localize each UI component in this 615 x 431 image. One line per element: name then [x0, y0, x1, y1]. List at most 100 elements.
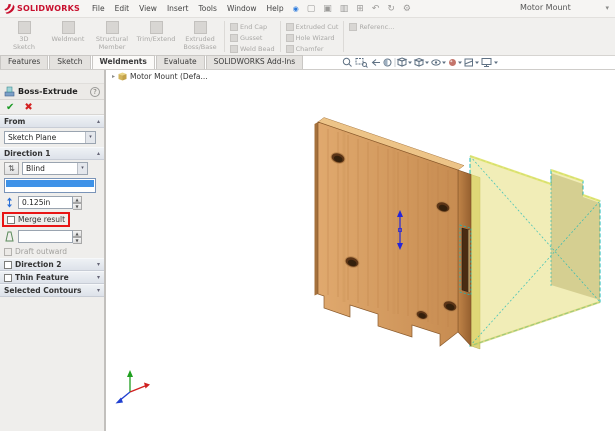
spin-up-button[interactable]: ▲	[73, 230, 82, 237]
chevron-down-icon[interactable]	[408, 62, 412, 65]
extruded-cut-button[interactable]: Extruded Cut	[283, 21, 342, 32]
feature-tree-flyout[interactable]: ▸ Motor Mount (Defa...	[112, 72, 208, 81]
ribbon-small-group-1: End Cap Gusset Weld Bead	[227, 19, 278, 54]
chevron-down-icon[interactable]	[442, 62, 446, 65]
spin-down-button[interactable]: ▼	[73, 237, 82, 244]
tree-expand-icon[interactable]: ▸	[112, 73, 115, 80]
view-orientation-icon[interactable]	[398, 58, 406, 66]
ok-button[interactable]: ✔	[6, 102, 14, 113]
tab-solidworks-add-ins[interactable]: SOLIDWORKS Add-Ins	[206, 55, 304, 69]
extruded-cut-icon	[286, 23, 294, 31]
tab-weldments[interactable]: Weldments	[92, 55, 155, 69]
reference-geometry-button[interactable]: Referenc...	[346, 21, 397, 32]
chevron-down-icon[interactable]: ▾	[605, 4, 609, 12]
tab-evaluate[interactable]: Evaluate	[156, 55, 205, 69]
pin-menu-icon[interactable]: ◉	[293, 5, 299, 13]
draft-angle-value[interactable]	[18, 230, 73, 243]
structural-member-button[interactable]: Structural Member	[90, 19, 134, 54]
new-icon[interactable]: ▢	[304, 4, 319, 14]
merge-result-checkbox[interactable]	[7, 216, 15, 224]
rebuild-icon[interactable]: ↻	[384, 4, 398, 14]
print-icon[interactable]: ⊞	[353, 4, 367, 14]
tab-features[interactable]: Features	[0, 55, 48, 69]
chevron-down-icon: ▾	[97, 274, 100, 281]
chamfer-icon	[286, 45, 294, 53]
chevron-down-icon: ▾	[85, 132, 95, 143]
merge-result-label: Merge result	[18, 215, 65, 224]
trim-extend-button[interactable]: Trim/Extend	[134, 19, 178, 54]
undo-icon[interactable]: ↶	[369, 4, 383, 14]
solidworks-logo-icon	[4, 3, 15, 14]
reference-geometry-icon	[349, 23, 357, 31]
thin-feature-header-label: Thin Feature	[15, 273, 94, 282]
zoom-area-icon[interactable]	[356, 59, 368, 68]
thin-feature-section-header[interactable]: Thin Feature ▾	[0, 271, 104, 284]
selected-contours-section-header[interactable]: Selected Contours ▾	[0, 284, 104, 297]
extrude-preview	[470, 156, 600, 349]
ribbon-separator	[280, 21, 281, 52]
hole-wizard-button[interactable]: Hole Wizard	[283, 32, 342, 43]
heads-up-view-toolbar	[341, 56, 505, 69]
depth-spinbox[interactable]: 0.125in ▲ ▼	[18, 196, 82, 209]
hole-wizard-icon	[286, 34, 294, 42]
hide-show-items-icon[interactable]	[432, 60, 440, 65]
menu-file[interactable]: File	[88, 4, 109, 13]
direction1-section-header[interactable]: Direction 1 ▴	[0, 147, 104, 160]
tab-sketch[interactable]: Sketch	[49, 55, 90, 69]
coordinate-triad	[116, 370, 151, 404]
apply-scene-icon[interactable]	[465, 59, 473, 66]
chevron-down-icon[interactable]	[475, 62, 479, 65]
weld-bead-button[interactable]: Weld Bead	[227, 43, 278, 54]
reverse-direction-button[interactable]: ⇅	[4, 162, 19, 175]
menu-window[interactable]: Window	[223, 4, 261, 13]
options-icon[interactable]: ⚙	[400, 4, 414, 14]
chevron-down-icon[interactable]	[494, 62, 498, 65]
menu-help[interactable]: Help	[263, 4, 288, 13]
from-section-header[interactable]: From ▴	[0, 115, 104, 128]
edit-appearance-icon[interactable]	[449, 59, 456, 66]
structural-member-label-1: Structural	[96, 35, 128, 43]
3d-sketch-icon	[18, 21, 31, 34]
extruded-boss-button[interactable]: Extruded Boss/Base	[178, 19, 222, 54]
depth-icon	[4, 197, 15, 208]
display-style-icon[interactable]	[415, 59, 423, 67]
open-icon[interactable]: ▣	[320, 4, 335, 14]
draft-outward-checkbox[interactable]	[4, 248, 12, 256]
chevron-down-icon[interactable]	[458, 62, 462, 65]
gusset-button[interactable]: Gusset	[227, 32, 278, 43]
help-icon[interactable]: ?	[90, 87, 100, 97]
extruded-cut-label: Extruded Cut	[296, 23, 339, 31]
start-condition-dropdown[interactable]: Sketch Plane ▾	[4, 131, 96, 144]
trim-extend-label-1: Trim/Extend	[137, 35, 176, 43]
spin-up-button[interactable]: ▲	[73, 196, 82, 203]
draft-angle-spinbox[interactable]: ▲ ▼	[18, 230, 82, 243]
hole-wizard-label: Hole Wizard	[296, 34, 335, 42]
menu-edit[interactable]: Edit	[111, 4, 134, 13]
cancel-button[interactable]: ✖	[24, 102, 32, 113]
3d-model-canvas[interactable]	[106, 70, 615, 431]
previous-view-icon[interactable]	[373, 60, 381, 66]
direction-selection-box[interactable]	[4, 178, 96, 193]
ribbon-toolbar: 3D Sketch Weldment Structural Member Tri…	[0, 18, 615, 56]
zoom-fit-icon[interactable]	[343, 58, 351, 66]
chamfer-label: Chamfer	[296, 45, 324, 53]
end-condition-dropdown[interactable]: Blind ▾	[22, 162, 88, 175]
3d-sketch-button[interactable]: 3D Sketch	[2, 19, 46, 54]
section-view-icon[interactable]	[384, 59, 391, 66]
thin-feature-checkbox[interactable]	[4, 274, 12, 282]
save-icon[interactable]: ▥	[337, 4, 352, 14]
end-cap-button[interactable]: End Cap	[227, 21, 278, 32]
graphics-area[interactable]: ▸ Motor Mount (Defa...	[106, 70, 615, 431]
menu-tools[interactable]: Tools	[194, 4, 220, 13]
boss-extrude-icon	[4, 86, 15, 97]
direction2-section-header[interactable]: Direction 2 ▾	[0, 258, 104, 271]
direction2-checkbox[interactable]	[4, 261, 12, 269]
weldment-button[interactable]: Weldment	[46, 19, 90, 54]
menu-insert[interactable]: Insert	[163, 4, 193, 13]
depth-value[interactable]: 0.125in	[18, 196, 73, 209]
view-settings-icon[interactable]	[482, 59, 491, 67]
menu-view[interactable]: View	[135, 4, 161, 13]
chevron-down-icon[interactable]	[425, 62, 429, 65]
chamfer-button[interactable]: Chamfer	[283, 43, 342, 54]
spin-down-button[interactable]: ▼	[73, 203, 82, 210]
